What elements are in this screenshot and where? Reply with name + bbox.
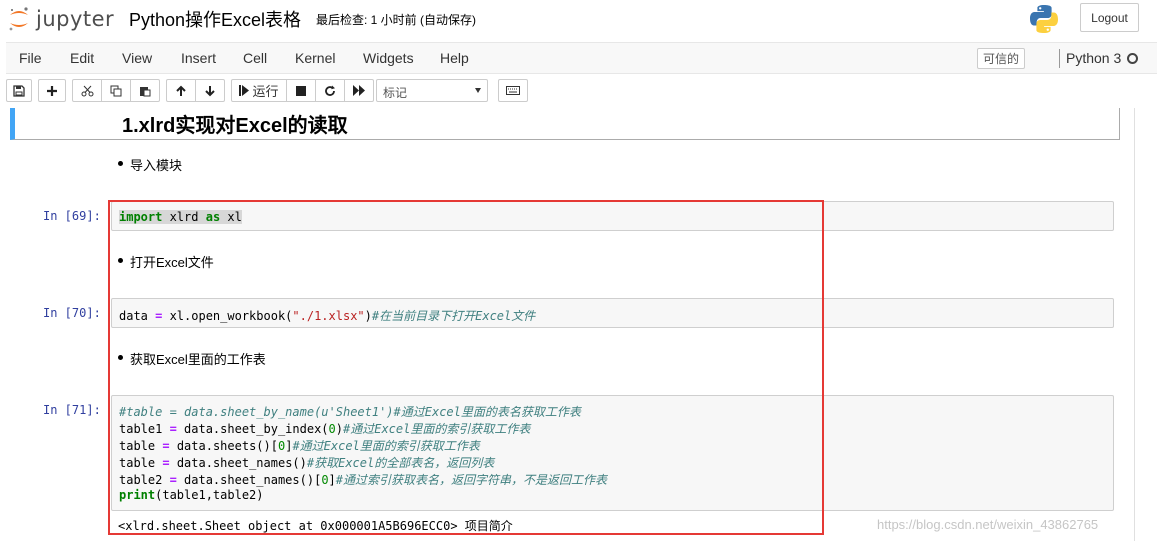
python-logo-icon (1028, 3, 1060, 35)
code-cell-69[interactable]: import xlrd as xl (111, 201, 1114, 231)
kernel-separator (1059, 49, 1060, 68)
code-line: print(table1,table2) (119, 488, 264, 502)
jupyter-logo[interactable]: jupyter (8, 4, 114, 34)
move-down-button[interactable] (195, 79, 225, 102)
interrupt-button[interactable] (286, 79, 316, 102)
step-forward-icon (239, 85, 250, 96)
keyboard-icon (506, 86, 520, 95)
scissors-icon (81, 85, 93, 96)
code-line: import xlrd as xl (119, 210, 242, 224)
code-cell-70[interactable]: data = xl.open_workbook("./1.xlsx")#在当前目… (111, 298, 1114, 328)
kernel-idle-icon (1127, 53, 1138, 64)
run-button[interactable]: 运行 (231, 79, 287, 102)
insert-cell-button[interactable] (38, 79, 66, 102)
code-line: data = xl.open_workbook("./1.xlsx")#在当前目… (119, 309, 536, 323)
bullet-open-excel: 打开Excel文件 (118, 252, 214, 271)
trusted-indicator[interactable]: 可信的 (977, 48, 1026, 69)
arrow-up-icon (176, 85, 186, 96)
cell-type-value: 标记 (383, 86, 408, 100)
code-cell-71[interactable]: #table = data.sheet_by_name(u'Sheet1')#通… (111, 395, 1114, 511)
selected-markdown-cell[interactable]: 1.xlrd实现对Excel的读取 (10, 108, 1120, 140)
menu-cell[interactable]: Cell (243, 50, 267, 66)
menu-widgets[interactable]: Widgets (363, 50, 414, 66)
jupyter-logo-icon (8, 6, 30, 32)
menu-file[interactable]: File (19, 50, 42, 66)
fast-forward-icon (352, 85, 365, 96)
code-line: table2 = data.sheet_names()[0]#通过索引获取表名，… (119, 473, 608, 487)
input-prompt-71: In [71]: (43, 403, 101, 417)
chevron-down-icon (475, 88, 481, 93)
copy-button[interactable] (101, 79, 131, 102)
paste-icon (140, 86, 151, 96)
bullet-import-module: 导入模块 (117, 155, 182, 174)
code-line: table = data.sheets()[0]#通过Excel里面的索引获取工… (119, 439, 480, 453)
logout-button[interactable]: Logout (1080, 3, 1139, 32)
code-line: table = data.sheet_names()#获取Excel的全部表名，… (119, 456, 495, 470)
save-icon (13, 84, 25, 97)
save-button[interactable] (6, 79, 32, 102)
restart-button[interactable] (315, 79, 345, 102)
notebook-title[interactable]: Python操作Excel表格 (129, 6, 301, 32)
bullet-get-sheets: 获取Excel里面的工作表 (118, 349, 266, 368)
menu-edit[interactable]: Edit (70, 50, 94, 66)
paste-button[interactable] (130, 79, 160, 102)
arrow-down-icon (205, 85, 215, 96)
cell-type-select[interactable]: 标记 (376, 79, 488, 102)
toolbar: 运行 标记 (6, 74, 1157, 108)
cell-output-71: <xlrd.sheet.Sheet object at 0x000001A5B6… (118, 519, 513, 533)
notebook-container: 1.xlrd实现对Excel的读取 导入模块 In [69]: import x… (0, 108, 1161, 541)
scrollbar-track[interactable] (1134, 108, 1135, 541)
watermark-text: https://blog.csdn.net/weixin_43862765 (877, 517, 1099, 532)
menu-kernel[interactable]: Kernel (295, 50, 335, 66)
stop-icon (296, 85, 306, 96)
copy-icon (110, 85, 122, 96)
input-prompt-70: In [70]: (43, 306, 101, 320)
section-heading: 1.xlrd实现对Excel的读取 (122, 115, 348, 137)
checkpoint-status: 最后检查: 1 小时前 (自动保存) (316, 13, 477, 27)
menubar: File Edit View Insert Cell Kernel Widget… (6, 42, 1157, 74)
run-button-label: 运行 (252, 84, 279, 99)
plus-icon (47, 85, 57, 96)
menu-view[interactable]: View (122, 50, 152, 66)
move-up-button[interactable] (166, 79, 196, 102)
input-prompt-69: In [69]: (43, 209, 101, 223)
jupyter-logo-text: jupyter (36, 7, 115, 31)
command-palette-button[interactable] (498, 79, 528, 102)
restart-run-all-button[interactable] (344, 79, 374, 102)
kernel-name[interactable]: Python 3 (1066, 50, 1121, 66)
menu-help[interactable]: Help (440, 50, 469, 66)
header: jupyter Python操作Excel表格 最后检查: 1 小时前 (自动保… (0, 0, 1161, 42)
code-line: #table = data.sheet_by_name(u'Sheet1')#通… (119, 405, 581, 419)
code-line: table1 = data.sheet_by_index(0)#通过Excel里… (119, 422, 531, 436)
menu-insert[interactable]: Insert (181, 50, 216, 66)
refresh-icon (325, 85, 335, 96)
cut-button[interactable] (72, 79, 102, 102)
